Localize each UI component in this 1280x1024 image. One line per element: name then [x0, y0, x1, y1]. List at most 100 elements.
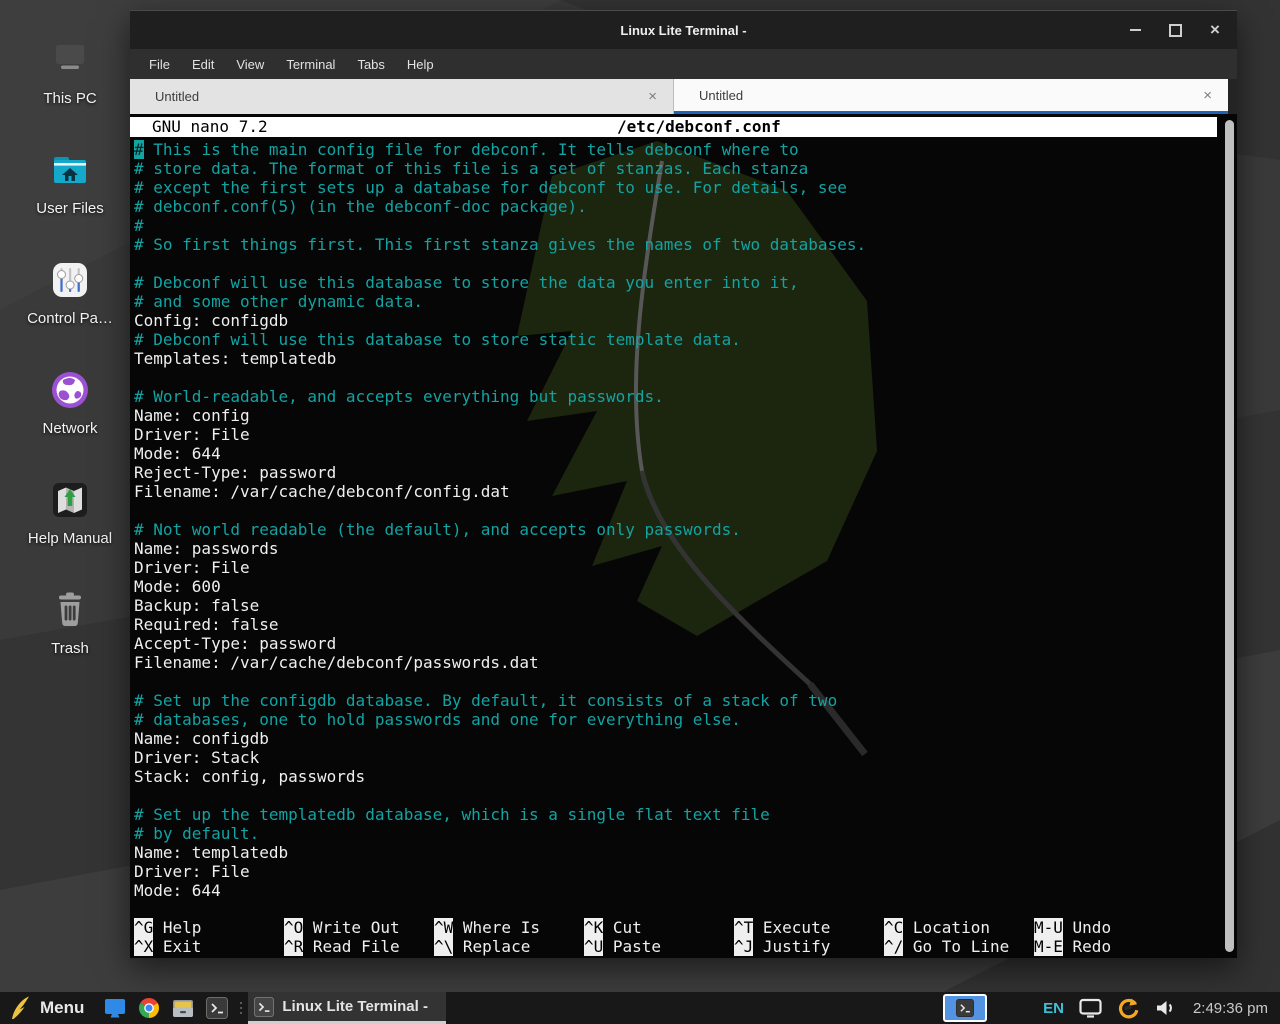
- nano-file-path: /etc/debconf.conf: [617, 117, 781, 137]
- tab-close-icon[interactable]: ×: [1203, 87, 1212, 104]
- menu-file[interactable]: File: [138, 52, 181, 77]
- terminal-line: Name: templatedb: [134, 843, 1217, 862]
- clock[interactable]: 2:49:36 pm: [1193, 1000, 1268, 1017]
- nano-version: GNU nano 7.2: [130, 117, 268, 136]
- tab-label: Untitled: [130, 89, 199, 104]
- desktop-icon-help-manual[interactable]: Help Manual: [8, 476, 132, 548]
- terminal-line: [134, 786, 1217, 805]
- nano-shortcut: ^K Cut: [584, 918, 642, 937]
- terminal-line: Config: configdb: [134, 311, 1217, 330]
- file-manager-icon[interactable]: [170, 995, 196, 1021]
- menu-view[interactable]: View: [225, 52, 275, 77]
- terminal-line: [134, 368, 1217, 387]
- terminal-line: Mode: 644: [134, 444, 1217, 463]
- terminal-line: # World-readable, and accepts everything…: [134, 387, 1217, 406]
- menu-terminal[interactable]: Terminal: [275, 52, 346, 77]
- help-manual-icon: [46, 476, 94, 524]
- menu-tabs[interactable]: Tabs: [346, 52, 395, 77]
- nano-shortcut: ^O Write Out: [284, 918, 400, 937]
- terminal-line: Mode: 644: [134, 881, 1217, 900]
- terminal-launcher-icon[interactable]: [204, 995, 230, 1021]
- terminal-line: [134, 254, 1217, 273]
- menu-button[interactable]: Menu: [40, 998, 84, 1018]
- terminal-lines: # This is the main config file for debco…: [134, 140, 1217, 900]
- linux-lite-logo-icon: [8, 995, 32, 1021]
- terminal-screen[interactable]: GNU nano 7.2 /etc/debconf.conf # This is…: [130, 114, 1237, 958]
- terminal-scrollbar[interactable]: [1225, 120, 1234, 952]
- tab-untitled-2[interactable]: Untitled ×: [674, 79, 1228, 114]
- nano-shortcut: ^\ Replace: [434, 937, 530, 956]
- menu-help[interactable]: Help: [396, 52, 445, 77]
- terminal-line: Backup: false: [134, 596, 1217, 615]
- desktop-icon-this-pc[interactable]: This PC: [8, 36, 132, 108]
- chrome-icon[interactable]: [136, 995, 162, 1021]
- tray-terminal-preview[interactable]: [943, 994, 987, 1022]
- display-settings-icon[interactable]: [1079, 998, 1102, 1018]
- terminal-line: # So first things first. This first stan…: [134, 235, 1217, 254]
- updates-icon[interactable]: [1116, 996, 1140, 1020]
- tab-untitled-1[interactable]: Untitled ×: [130, 79, 674, 114]
- terminal-line: #: [134, 216, 1217, 235]
- nano-shortcut: ^/ Go To Line: [884, 937, 1009, 956]
- terminal-line: Templates: templatedb: [134, 349, 1217, 368]
- terminal-icon: [956, 999, 974, 1017]
- maximize-button[interactable]: [1167, 22, 1183, 38]
- tab-close-icon[interactable]: ×: [648, 88, 657, 105]
- taskbar-task-terminal[interactable]: Linux Lite Terminal -: [248, 992, 446, 1024]
- terminal-line: Reject-Type: password: [134, 463, 1217, 482]
- window-titlebar[interactable]: Linux Lite Terminal - ×: [130, 11, 1237, 49]
- nano-shortcut: ^W Where Is: [434, 918, 540, 937]
- keyboard-layout-indicator[interactable]: EN: [1043, 1000, 1064, 1017]
- nano-shortcut: M-E Redo: [1034, 937, 1111, 956]
- terminal-line: Required: false: [134, 615, 1217, 634]
- close-button[interactable]: ×: [1207, 22, 1223, 38]
- desktop-icon-label: Help Manual: [28, 530, 112, 547]
- terminal-line: Driver: Stack: [134, 748, 1217, 767]
- terminal-line: [134, 672, 1217, 691]
- menu-bar: File Edit View Terminal Tabs Help: [130, 49, 1237, 79]
- desktop-icon-label: Trash: [51, 640, 89, 657]
- nano-shortcut: ^X Exit: [134, 937, 201, 956]
- terminal-window: Linux Lite Terminal - × File Edit View T…: [130, 10, 1237, 958]
- terminal-line: Filename: /var/cache/debconf/passwords.d…: [134, 653, 1217, 672]
- window-title: Linux Lite Terminal -: [620, 23, 746, 38]
- desktop-icon-user-files[interactable]: User Files: [8, 146, 132, 218]
- terminal-line: # by default.: [134, 824, 1217, 843]
- shortcuts-row2: ^X Exit^R Read File^\ Replace^U Paste^J …: [134, 937, 1217, 956]
- desktop-icon-label: Control Pa…: [27, 310, 113, 327]
- desktop-icon-label: User Files: [36, 200, 104, 217]
- nano-shortcut: ^G Help: [134, 918, 201, 937]
- terminal-line: Stack: config, passwords: [134, 767, 1217, 786]
- nano-header: GNU nano 7.2 /etc/debconf.conf: [130, 117, 1217, 137]
- nano-shortcut: M-U Undo: [1034, 918, 1111, 937]
- desktop-icon-control-panel[interactable]: Control Pa…: [8, 256, 132, 328]
- volume-icon[interactable]: [1154, 998, 1176, 1018]
- terminal-line: Mode: 600: [134, 577, 1217, 596]
- tab-label: Untitled: [674, 88, 743, 103]
- terminal-line: Accept-Type: password: [134, 634, 1217, 653]
- terminal-line: Name: passwords: [134, 539, 1217, 558]
- terminal-line: # Not world readable (the default), and …: [134, 520, 1217, 539]
- nano-shortcut-bar: ^G Help ^O Write Out ^W Where Is ^K Cut ^T E…: [134, 918, 1217, 956]
- terminal-line: # Set up the templatedb database, which …: [134, 805, 1217, 824]
- desktop-icon-network[interactable]: Network: [8, 366, 132, 438]
- terminal-line: Filename: /var/cache/debconf/config.dat: [134, 482, 1217, 501]
- desktop-icon-label: This PC: [43, 90, 96, 107]
- minimize-button[interactable]: [1127, 22, 1143, 38]
- tab-bar: Untitled × Untitled ×: [130, 79, 1237, 114]
- shortcuts-row1: ^G Help ^O Write Out ^W Where Is ^K Cut ^T E…: [134, 918, 1217, 937]
- terminal-line: # Debconf will use this database to stor…: [134, 330, 1217, 349]
- menu-edit[interactable]: Edit: [181, 52, 225, 77]
- terminal-line: # and some other dynamic data.: [134, 292, 1217, 311]
- terminal-line: # databases, one to hold passwords and o…: [134, 710, 1217, 729]
- terminal-line: Driver: File: [134, 425, 1217, 444]
- nano-shortcut: ^J Justify: [734, 937, 830, 956]
- nano-shortcut: ^T Execute: [734, 918, 830, 937]
- display-launcher-icon[interactable]: [102, 995, 128, 1021]
- desktop: This PC User Files Control Pa…: [0, 0, 1280, 1024]
- taskbar: Menu: [0, 992, 1280, 1024]
- maximize-icon: [1169, 24, 1182, 37]
- terminal-line: Name: config: [134, 406, 1217, 425]
- desktop-icon-trash[interactable]: Trash: [8, 586, 132, 658]
- terminal-line: Name: configdb: [134, 729, 1217, 748]
